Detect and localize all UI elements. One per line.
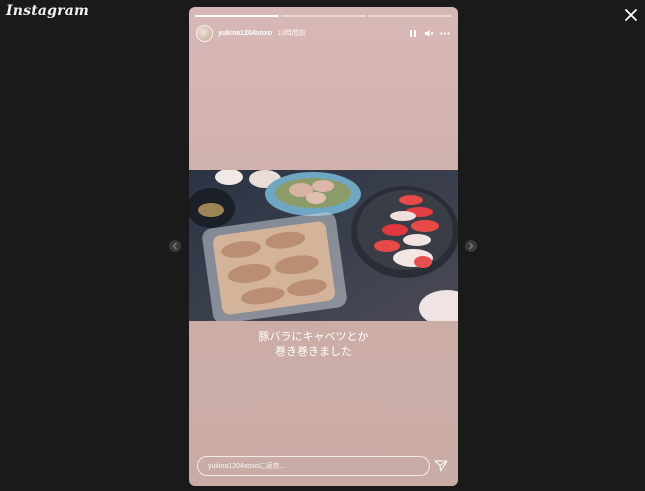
pause-icon[interactable] [408,28,418,38]
caption-line: 豚バラにキャベツとか [258,330,369,343]
story-viewer[interactable]: yukina1204xoxo 13時間前 豚バラにキャベツとか 巻き巻きました … [189,7,458,486]
more-icon[interactable] [440,28,450,38]
progress-segment [195,15,280,17]
progress-segment [281,15,366,17]
close-icon[interactable] [622,6,640,24]
speaker-icon[interactable] [424,28,434,38]
avatar[interactable] [196,24,213,42]
story-caption: 豚バラにキャベツとか 巻き巻きました [189,329,458,359]
story-controls [408,28,450,38]
instagram-logo[interactable]: Instagram [6,3,89,19]
reply-placeholder: yukina1204xoxoに返信... [208,463,286,470]
caption-line: 巻き巻きました [275,345,352,358]
chevron-left-icon [172,242,177,250]
progress-segment [367,15,452,17]
previous-story-button[interactable] [169,240,181,252]
story-header: yukina1204xoxo 13時間前 [196,24,450,42]
chevron-right-icon [469,242,474,250]
timestamp: 13時間前 [277,30,306,37]
send-icon[interactable] [434,459,448,473]
reply-input[interactable]: yukina1204xoxoに返信... [197,456,430,476]
next-story-button[interactable] [465,240,477,252]
username[interactable]: yukina1204xoxo [218,30,272,37]
story-photo [189,169,458,326]
story-progress [195,15,452,17]
